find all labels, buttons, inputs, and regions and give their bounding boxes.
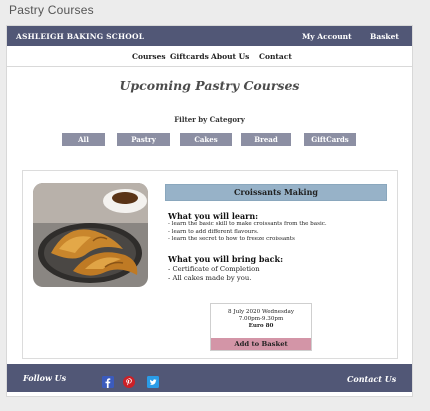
nav-item-giftcards[interactable]: Giftcards: [170, 52, 209, 61]
main-nav: Courses Giftcards About Us Contact: [7, 46, 412, 67]
filter-bread-button[interactable]: Bread: [241, 133, 291, 146]
page-title: Upcoming Pastry Courses: [119, 78, 300, 93]
footer-bar: Follow Us Contact Us: [7, 364, 412, 392]
top-header-bar: ASHLEIGH BAKING SCHOOL My Account Basket: [7, 26, 412, 46]
learn-item: - learn to add different flavours.: [168, 228, 259, 235]
filter-cakes-button[interactable]: Cakes: [180, 133, 232, 146]
filter-label: Filter by Category: [174, 115, 245, 124]
nav-item-about-us[interactable]: About Us: [211, 52, 249, 61]
contact-us-link[interactable]: Contact Us: [347, 374, 396, 384]
filter-all-button[interactable]: All: [62, 133, 105, 146]
filter-giftcards-button[interactable]: GiftCards: [304, 133, 356, 146]
pinterest-icon[interactable]: [123, 373, 135, 388]
filter-pastry-button[interactable]: Pastry: [117, 133, 170, 146]
site-brand[interactable]: ASHLEIGH BAKING SCHOOL: [16, 32, 144, 41]
facebook-icon[interactable]: [102, 373, 114, 388]
window-title: Pastry Courses: [9, 3, 94, 17]
session-time: 7.00pm-9.30pm: [238, 316, 284, 322]
page-frame: ASHLEIGH BAKING SCHOOL My Account Basket…: [7, 26, 412, 396]
session-price: Euro 80: [248, 323, 274, 329]
add-to-basket-button[interactable]: Add to Basket: [211, 338, 311, 350]
nav-item-courses[interactable]: Courses: [132, 52, 166, 61]
twitter-icon[interactable]: [147, 373, 159, 388]
basket-link[interactable]: Basket: [370, 32, 399, 41]
bring-back-item: - All cakes made by you.: [168, 274, 252, 282]
learn-item: - learn the basic skill to make croissan…: [168, 221, 327, 227]
session-date: 8 July 2020 Wednesday: [228, 309, 294, 315]
my-account-link[interactable]: My Account: [302, 32, 352, 41]
learn-heading: What you will learn:: [168, 211, 259, 221]
follow-us-label: Follow Us: [23, 373, 67, 383]
learn-item: - learn the secret to how to freeze croi…: [168, 236, 295, 242]
bring-back-item: - Certificate of Completion: [168, 265, 260, 273]
learn-list: - learn the basic skill to make croissan…: [168, 221, 327, 244]
bring-back-list: - Certificate of Completion - All cakes …: [168, 265, 260, 283]
session-box: 8 July 2020 Wednesday 7.00pm-9.30pm Euro…: [210, 303, 312, 351]
nav-item-contact[interactable]: Contact: [259, 52, 292, 61]
croissant-photo: [33, 183, 148, 287]
bring-back-heading: What you will bring back:: [168, 254, 284, 264]
course-title: Croissants Making: [165, 184, 387, 201]
course-card: Croissants Making What you will learn: -…: [22, 170, 398, 359]
